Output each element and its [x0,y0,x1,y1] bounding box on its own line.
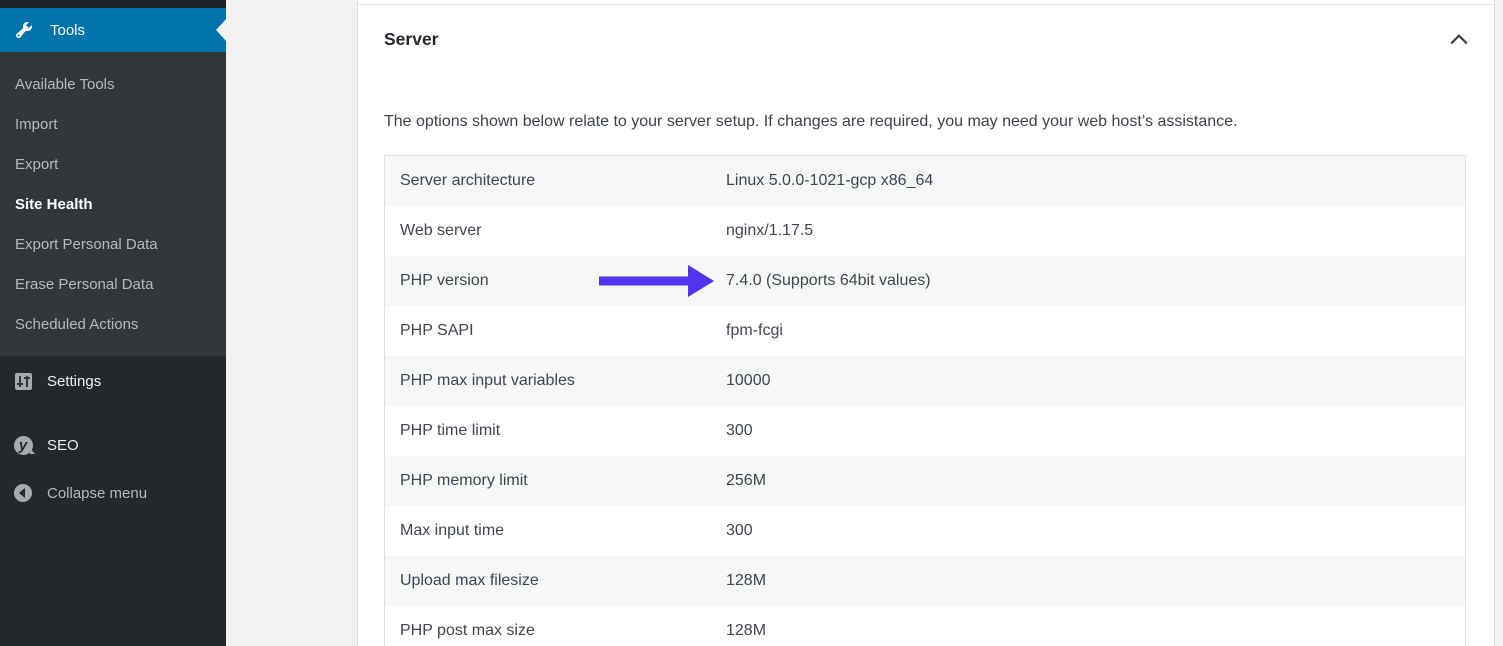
sidebar-item-tools[interactable]: Tools [0,8,226,52]
row-value: 7.4.0 (Supports 64bit values) [726,272,1465,290]
row-label: Server architecture [385,172,726,190]
row-label: Web server [385,222,726,240]
sidebar-lower-menu: Settings y SEO Collapse menu [0,356,226,515]
row-label: PHP SAPI [385,322,726,340]
tools-submenu: Available Tools Import Export Site Healt… [0,52,226,356]
sidebar-item-available-tools[interactable]: Available Tools [0,65,226,105]
row-label: Upload max filesize [385,572,726,590]
sidebar-item-settings[interactable]: Settings [0,359,226,403]
sliders-icon [13,371,33,391]
row-value: 300 [726,522,1465,540]
section-description: The options shown below relate to your s… [358,112,1494,132]
table-row: PHP time limit 300 [385,406,1465,456]
row-value: 300 [726,422,1465,440]
row-value: Linux 5.0.0-1021-gcp x86_64 [726,172,1465,190]
table-row: PHP post max size 128M [385,606,1465,646]
sidebar-item-import[interactable]: Import [0,105,226,145]
row-value: nginx/1.17.5 [726,222,1465,240]
row-label: PHP max input variables [385,372,726,390]
admin-bar-strip [0,0,226,8]
table-row: PHP max input variables 10000 [385,356,1465,406]
sidebar-item-scheduled-actions[interactable]: Scheduled Actions [0,305,226,345]
row-label: PHP memory limit [385,472,726,490]
section-title: Server [384,29,439,50]
table-row: Server architecture Linux 5.0.0-1021-gcp… [385,156,1465,206]
purple-arrow-annotation-icon [599,263,715,299]
yoast-logo-icon: y [13,435,33,455]
row-value: 128M [726,572,1465,590]
row-label: Max input time [385,522,726,540]
table-row: Max input time 300 [385,506,1465,556]
row-value: 128M [726,622,1465,640]
table-row-php-version: PHP version 7.4.0 (Supports 64bit values… [385,256,1465,306]
server-accordion-header[interactable]: Server [358,5,1494,51]
sidebar-item-export[interactable]: Export [0,145,226,185]
sidebar-item-seo-label: SEO [47,437,79,454]
table-row: Upload max filesize 128M [385,556,1465,606]
sidebar-item-site-health[interactable]: Site Health [0,185,226,225]
wrench-icon [14,20,34,40]
admin-sidebar: Tools Available Tools Import Export Site… [0,0,226,646]
site-health-info-panel: Server The options shown below relate to… [357,0,1495,646]
sidebar-item-tools-label: Tools [50,22,85,39]
sidebar-item-erase-personal-data[interactable]: Erase Personal Data [0,265,226,305]
chevron-up-icon[interactable] [1446,27,1472,51]
collapse-menu-label: Collapse menu [47,485,147,502]
sidebar-item-seo[interactable]: y SEO [0,423,226,467]
row-value: fpm-fcgi [726,322,1465,340]
row-label: PHP post max size [385,622,726,640]
row-label: PHP time limit [385,422,726,440]
collapse-menu-button[interactable]: Collapse menu [0,471,226,515]
table-row: Web server nginx/1.17.5 [385,206,1465,256]
row-value: 256M [726,472,1465,490]
server-info-table: Server architecture Linux 5.0.0-1021-gcp… [384,155,1466,646]
table-row: PHP SAPI fpm-fcgi [385,306,1465,356]
row-value: 10000 [726,372,1465,390]
table-row: PHP memory limit 256M [385,456,1465,506]
sidebar-item-export-personal-data[interactable]: Export Personal Data [0,225,226,265]
sidebar-item-settings-label: Settings [47,373,101,390]
collapse-arrow-icon [13,483,33,503]
